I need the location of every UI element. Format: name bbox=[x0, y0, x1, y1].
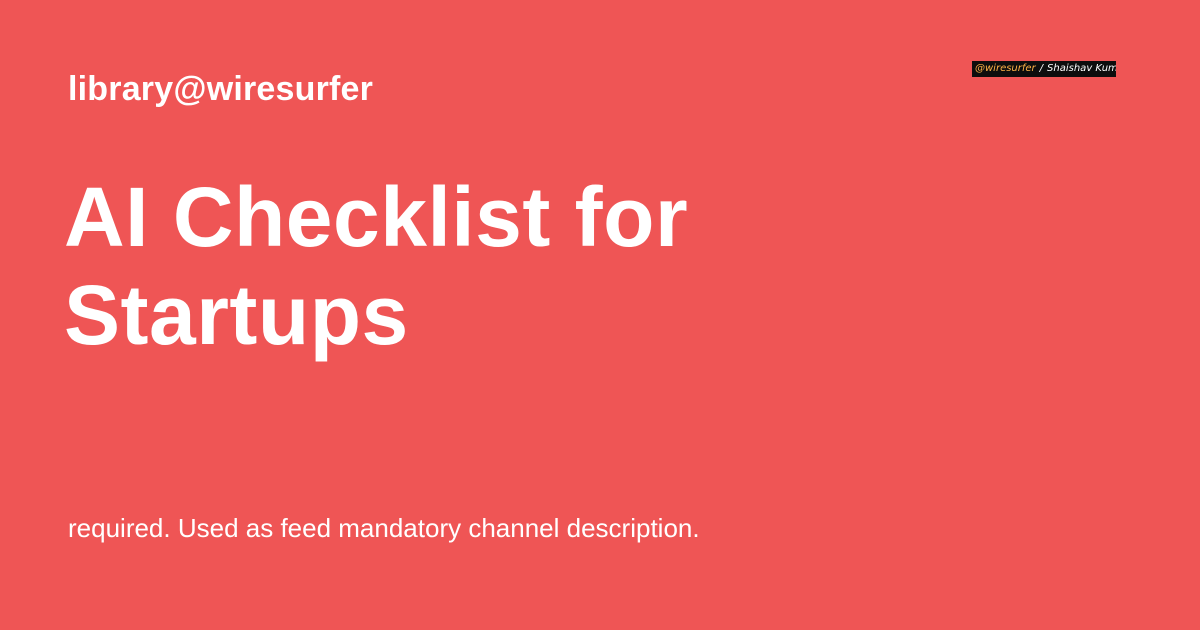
author-name: Shaishav Kumar bbox=[1047, 63, 1116, 74]
author-handle: @wiresurfer bbox=[975, 63, 1036, 74]
page-title: AI Checklist for Startups bbox=[64, 170, 689, 362]
page-description: required. Used as feed mandatory channel… bbox=[68, 513, 700, 543]
author-separator: / bbox=[1039, 63, 1044, 74]
author-badge: @wiresurfer / Shaishav Kumar bbox=[972, 61, 1116, 77]
site-name[interactable]: library@wiresurfer bbox=[68, 70, 373, 109]
